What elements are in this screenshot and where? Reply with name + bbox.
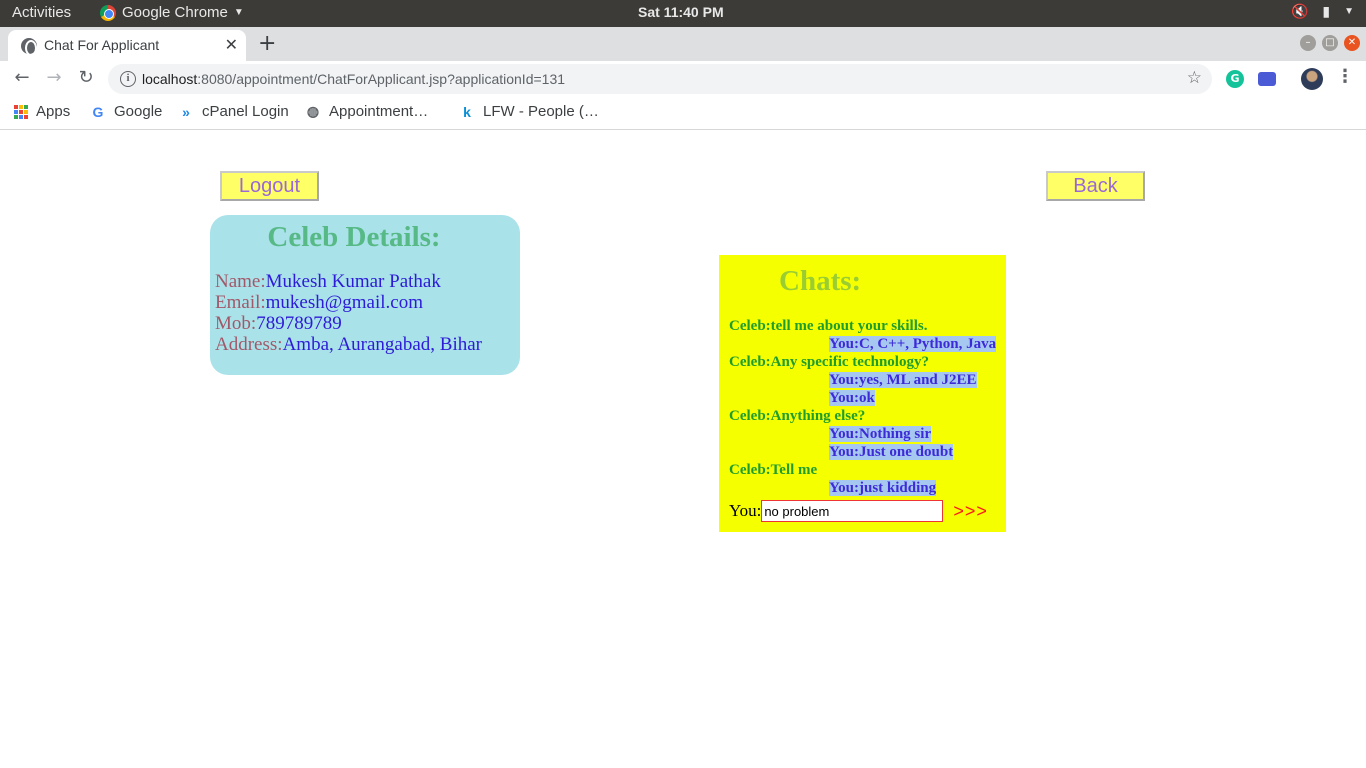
tab-title: Chat For Applicant <box>44 37 160 53</box>
bookmark-label: Google <box>114 103 163 120</box>
window-controls: – □ ✕ <box>1300 35 1360 51</box>
bookmark-label: Appointment… <box>329 103 429 120</box>
bookmark-label: Apps <box>36 103 71 120</box>
bookmarks-bar: Apps G Google » cPanel Login ◍ Appointme… <box>0 97 1366 130</box>
celeb-details-panel: Celeb Details: Name:Mukesh Kumar Pathak … <box>210 215 520 375</box>
app-menu[interactable]: Google Chrome ▼ <box>100 4 244 21</box>
send-button[interactable]: >>> <box>953 501 988 522</box>
back-button[interactable]: Back <box>1046 171 1145 201</box>
bookmark-label: LFW - People (… <box>483 103 599 120</box>
grammarly-extension-icon[interactable]: G <box>1226 70 1244 88</box>
chat-heading: Chats: <box>779 265 862 297</box>
chat-input-row: You: >>> <box>729 500 988 522</box>
chat-input-label: You: <box>729 501 762 520</box>
chat-message-you: You:Just one doubt <box>829 443 1006 461</box>
tab-chat-for-applicant[interactable]: Chat For Applicant ✕ <box>8 30 246 61</box>
system-tray[interactable]: 🔇 ▮ ▼ <box>1291 3 1354 20</box>
chat-message-text: Celeb:tell me about your skills. <box>729 318 928 334</box>
celeb-details-list: Name:Mukesh Kumar Pathak Email:mukesh@gm… <box>215 271 482 355</box>
chat-message-text: Celeb:Any specific technology? <box>729 354 929 370</box>
volume-muted-icon: 🔇 <box>1290 3 1309 19</box>
extension-icon[interactable] <box>1258 72 1276 86</box>
bookmark-google[interactable]: G Google <box>90 103 163 120</box>
celeb-mob-row: Mob:789789789 <box>215 313 342 334</box>
chat-message-text: You:Just one doubt <box>829 444 954 460</box>
chat-message-text: You:Nothing sir <box>829 426 932 442</box>
chat-message-text: Celeb:Anything else? <box>729 408 866 424</box>
clock[interactable]: Sat 11:40 PM <box>638 4 724 20</box>
chat-message-you: You:just kidding <box>829 479 1006 497</box>
bookmark-cpanel[interactable]: » cPanel Login <box>178 103 289 120</box>
chat-message-text: You:ok <box>829 390 875 406</box>
chevron-down-icon: ▼ <box>1344 6 1354 17</box>
chat-message-text: You:yes, ML and J2EE <box>829 372 977 388</box>
chat-message-celeb: Celeb:tell me about your skills. <box>729 317 1006 335</box>
logout-button[interactable]: Logout <box>220 171 319 201</box>
bookmark-lfw-people[interactable]: k LFW - People (… <box>459 103 599 120</box>
celeb-details-heading: Celeb Details: <box>267 221 441 253</box>
new-tab-button[interactable]: + <box>258 31 276 56</box>
chrome-icon <box>100 4 116 21</box>
celeb-address-row: Address:Amba, Aurangabad, Bihar <box>215 334 483 355</box>
close-icon[interactable]: ✕ <box>225 35 238 54</box>
chat-message-input[interactable] <box>761 500 944 522</box>
profile-avatar[interactable] <box>1301 68 1323 90</box>
chat-message-celeb: Celeb:Anything else? <box>729 407 1006 425</box>
reload-icon[interactable]: ↻ <box>74 67 98 88</box>
app-menu-label: Google Chrome <box>122 4 228 21</box>
chat-message-text: You:just kidding <box>829 480 937 496</box>
chat-message-you: You:C, C++, Python, Java <box>829 335 1006 353</box>
k-icon: k <box>463 103 471 120</box>
activities-button[interactable]: Activities <box>12 4 71 21</box>
apps-grid-icon <box>14 104 28 119</box>
celeb-email-row: Email:mukesh@gmail.com <box>215 292 423 313</box>
tab-strip: Chat For Applicant ✕ + – □ ✕ <box>0 27 1366 61</box>
battery-icon: ▮ <box>1322 3 1331 19</box>
bookmark-star-icon[interactable]: ☆ <box>1187 68 1202 88</box>
chat-message-list: Celeb:tell me about your skills. You:C, C… <box>729 317 1006 497</box>
more-menu-icon[interactable]: ⋮ <box>1336 66 1354 87</box>
system-top-bar: Activities Google Chrome ▼ Sat 11:40 PM … <box>0 0 1366 27</box>
browser-toolbar: ← → ↻ i localhost:8080/appointment/ChatF… <box>0 61 1366 97</box>
forward-arrow-icon[interactable]: → <box>42 67 66 88</box>
bookmark-label: cPanel Login <box>202 103 289 120</box>
page-content: Logout Back Celeb Details: Name:Mukesh K… <box>0 131 1366 768</box>
minimize-button[interactable]: – <box>1300 35 1316 51</box>
url-text[interactable]: localhost:8080/appointment/ChatForApplic… <box>142 71 565 87</box>
bookmark-appointment[interactable]: ◍ Appointment… <box>305 103 428 120</box>
chat-message-celeb: Celeb:Tell me <box>729 461 1006 479</box>
google-icon: G <box>92 103 104 120</box>
cpanel-icon: » <box>182 103 190 120</box>
chat-message-you: You:Nothing sir <box>829 425 1006 443</box>
address-bar[interactable]: i localhost:8080/appointment/ChatForAppl… <box>108 64 1212 94</box>
info-icon[interactable]: i <box>120 71 136 87</box>
back-arrow-icon[interactable]: ← <box>10 67 34 88</box>
maximize-button[interactable]: □ <box>1322 35 1338 51</box>
chevron-down-icon: ▼ <box>233 7 244 18</box>
chat-message-you: You:yes, ML and J2EE <box>829 371 1006 389</box>
chat-message-text: You:C, C++, Python, Java <box>829 336 997 352</box>
window-close-button[interactable]: ✕ <box>1344 35 1360 51</box>
bookmark-apps[interactable]: Apps <box>14 103 70 120</box>
chat-message-text: Celeb:Tell me <box>729 462 818 478</box>
chat-message-celeb: Celeb:Any specific technology? <box>729 353 1006 371</box>
chat-message-you: You:ok <box>829 389 1006 407</box>
globe-icon: ◍ <box>306 103 320 119</box>
chat-panel: Chats: Celeb:tell me about your skills. Y… <box>719 255 1006 532</box>
celeb-name-row: Name:Mukesh Kumar Pathak <box>215 271 441 292</box>
globe-icon <box>21 38 37 56</box>
